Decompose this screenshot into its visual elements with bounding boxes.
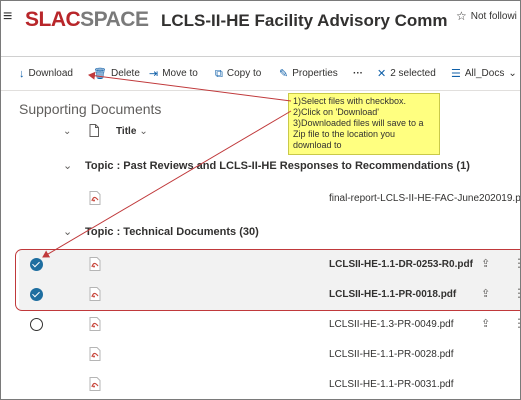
file-name[interactable]: LCLSII-HE-1.1-PR-0031.pdf bbox=[329, 379, 454, 390]
delete-label: Delete bbox=[110, 68, 140, 79]
close-icon: ✕ bbox=[377, 68, 387, 80]
star-icon: ☆ bbox=[456, 9, 467, 23]
pdf-file-icon bbox=[89, 347, 101, 366]
copy-icon: ⧉ bbox=[215, 68, 223, 80]
selected-count: 2 selected bbox=[390, 68, 436, 79]
app-window: ≡ SLACSPACE LCLS-II-HE Facility Advisory… bbox=[0, 0, 521, 400]
group-header-technical-documents[interactable]: ⌄ Topic : Technical Documents (30) bbox=[63, 225, 259, 238]
table-row[interactable]: LCLSII-HE-1.3-PR-0049.pdf ⇪ ⋮ bbox=[19, 310, 520, 340]
callout-line: 3)Downloaded files will save to a bbox=[293, 118, 424, 128]
command-bar: ↓ Download 🗑 Delete ⇥ Move to ⧉ Copy to … bbox=[1, 59, 520, 91]
delete-button[interactable]: 🗑 Delete bbox=[93, 68, 140, 80]
file-name[interactable]: LCLSII-HE-1.1-PR-0028.pdf bbox=[329, 349, 454, 360]
sort-chevron-icon: ⌄ bbox=[139, 126, 148, 137]
trash-icon: 🗑 bbox=[93, 68, 107, 80]
table-row[interactable]: final-report-LCLS-II-HE-FAC-June202019.p… bbox=[19, 184, 520, 214]
callout-line: Zip file to the location you bbox=[293, 129, 396, 139]
site-header: ≡ SLACSPACE LCLS-II-HE Facility Advisory… bbox=[1, 1, 520, 57]
follow-button[interactable]: ☆ Not followi bbox=[456, 9, 517, 23]
collapse-all-chevron-icon[interactable]: ⌄ bbox=[63, 126, 71, 137]
site-title[interactable]: LCLS-II-HE Facility Advisory Comm bbox=[161, 11, 448, 31]
move-icon: ⇥ bbox=[149, 68, 159, 80]
table-row[interactable]: LCLSII-HE-1.1-PR-0028.pdf bbox=[19, 340, 520, 370]
more-vertical-icon[interactable]: ⋮ bbox=[513, 316, 520, 330]
view-label: All_Docs bbox=[464, 68, 505, 79]
group-label: Topic : Technical Documents (30) bbox=[85, 226, 259, 238]
title-column-header[interactable]: Title ⌄ bbox=[116, 126, 148, 137]
selection-annotation-outline bbox=[15, 249, 520, 311]
copy-to-label: Copy to bbox=[226, 68, 262, 79]
menu-icon[interactable]: ≡ bbox=[3, 9, 12, 25]
download-label: Download bbox=[28, 68, 73, 79]
share-icon[interactable]: ⇪ bbox=[481, 317, 490, 330]
clear-selection-button[interactable]: ✕ 2 selected bbox=[377, 68, 436, 80]
properties-button[interactable]: ✎ Properties bbox=[279, 68, 338, 80]
download-icon: ↓ bbox=[19, 68, 25, 80]
table-row[interactable]: LCLSII-HE-1.1-PR-0031.pdf bbox=[19, 370, 520, 399]
pencil-icon: ✎ bbox=[279, 68, 289, 80]
more-actions-button[interactable]: ··· bbox=[353, 68, 363, 80]
more-actions-label: ··· bbox=[353, 68, 363, 79]
follow-label: Not followi bbox=[470, 10, 517, 22]
logo-space-text: SPACE bbox=[80, 8, 149, 31]
library-title: Supporting Documents bbox=[19, 101, 162, 117]
callout-line: download to bbox=[293, 140, 342, 150]
callout-line: 1)Select files with checkbox. bbox=[293, 96, 407, 106]
chevron-down-icon: ⌄ bbox=[508, 68, 517, 79]
copy-to-button[interactable]: ⧉ Copy to bbox=[215, 68, 261, 80]
download-button[interactable]: ↓ Download bbox=[19, 68, 73, 80]
move-to-label: Move to bbox=[162, 68, 198, 79]
view-switcher[interactable]: ☰ All_Docs ⌄ bbox=[451, 68, 517, 80]
logo-slac-text: SLAC bbox=[25, 8, 81, 31]
site-logo[interactable]: SLACSPACE bbox=[25, 8, 149, 32]
pdf-file-icon bbox=[89, 317, 101, 336]
file-type-column-icon[interactable] bbox=[89, 124, 99, 142]
properties-label: Properties bbox=[292, 68, 338, 79]
file-name[interactable]: final-report-LCLS-II-HE-FAC-June202019.p… bbox=[329, 193, 520, 204]
group-label: Topic : Past Reviews and LCLS-II-HE Resp… bbox=[85, 160, 470, 172]
group-chevron-icon: ⌄ bbox=[63, 160, 73, 172]
move-to-button[interactable]: ⇥ Move to bbox=[149, 68, 198, 80]
callout-line: 2)Click on 'Download' bbox=[293, 107, 379, 117]
group-header-past-reviews[interactable]: ⌄ Topic : Past Reviews and LCLS-II-HE Res… bbox=[63, 159, 470, 172]
pdf-file-icon bbox=[89, 377, 101, 396]
file-name[interactable]: LCLSII-HE-1.3-PR-0049.pdf bbox=[329, 319, 454, 330]
row-checkbox-unchecked[interactable] bbox=[30, 318, 43, 331]
list-view-icon: ☰ bbox=[451, 68, 461, 80]
title-column-label: Title bbox=[116, 126, 137, 137]
instruction-callout: 1)Select files with checkbox. 2)Click on… bbox=[288, 93, 440, 155]
group-chevron-icon: ⌄ bbox=[63, 226, 73, 238]
pdf-file-icon bbox=[89, 191, 101, 210]
